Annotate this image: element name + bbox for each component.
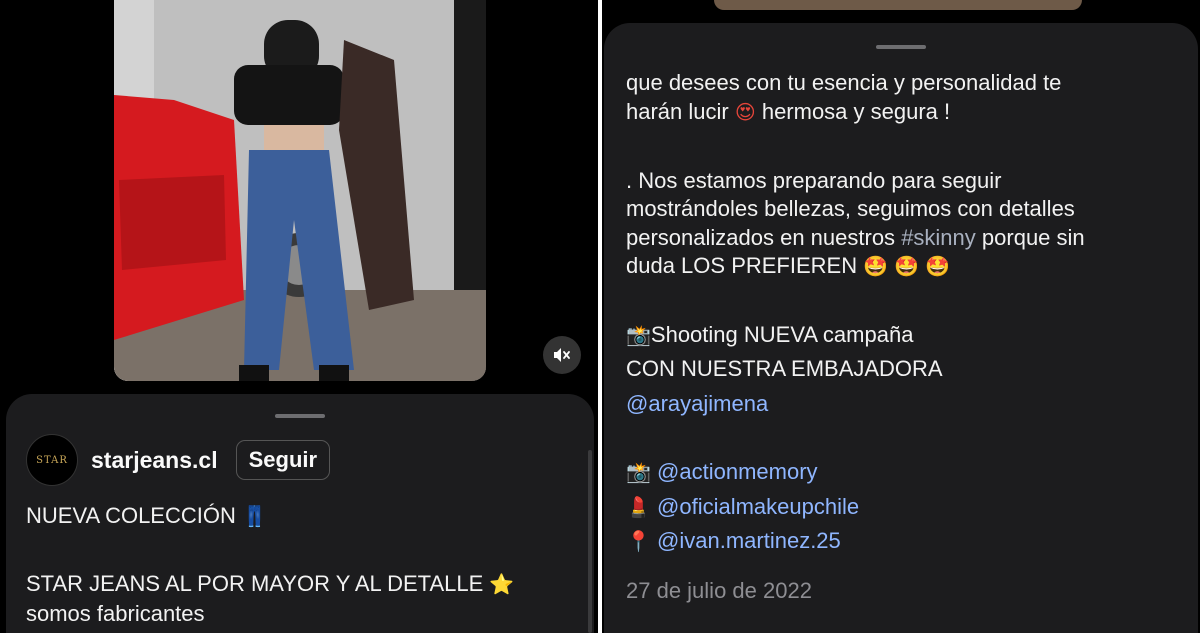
video-frame-image [114, 0, 486, 381]
post-date: 27 de julio de 2022 [626, 578, 812, 603]
caption-line: @arayajimena [626, 390, 768, 419]
avatar[interactable]: STAR [26, 434, 78, 486]
star-struck-icon: 🤩 [863, 254, 889, 278]
caption-line: harán lucir 😍 hermosa y segura ! [626, 98, 950, 127]
camera-flash-icon: 📸 [626, 323, 651, 347]
caption-text: STAR JEANS AL POR MAYOR Y AL DETALLE [26, 571, 484, 596]
heart-eyes-icon: 😍 [734, 100, 756, 124]
caption-text: . Nos estamos preparando para seguir [626, 168, 1002, 193]
camera-flash-icon: 📸 [626, 460, 651, 484]
mention-link[interactable]: @oficialmakeupchile [657, 494, 859, 519]
lipstick-icon: 💄 [626, 495, 651, 519]
star-struck-icon: 🤩 [925, 254, 951, 278]
left-screenshot: STAR starjeans.cl Seguir NUEVA COLECCIÓN… [0, 0, 598, 633]
caption-line: 💄 @oficialmakeupchile [626, 493, 859, 522]
post-image-edge [714, 0, 1082, 10]
right-screenshot: que desees con tu esencia y personalidad… [602, 0, 1200, 633]
follow-button-label: Seguir [248, 447, 318, 472]
caption-text: porque sin [981, 225, 1085, 250]
caption-line: somos fabricantes [26, 600, 205, 628]
profile-row: STAR starjeans.cl Seguir [26, 434, 331, 486]
caption-sheet[interactable]: STAR starjeans.cl Seguir NUEVA COLECCIÓN… [6, 394, 594, 633]
username[interactable]: starjeans.cl [91, 447, 218, 474]
caption-line: 📍 @ivan.martinez.25 [626, 527, 841, 556]
caption-text: Shooting NUEVA campaña [650, 322, 914, 347]
post-video[interactable] [114, 0, 486, 381]
caption-text: CON NUESTRA EMBAJADORA [626, 356, 943, 381]
sheet-drag-handle[interactable] [275, 414, 325, 418]
caption-line: duda LOS PREFIEREN 🤩 🤩 🤩 [626, 252, 950, 281]
sheet-drag-handle[interactable] [876, 45, 926, 49]
caption-line: mostrándoles bellezas, seguimos con deta… [626, 195, 1075, 224]
jeans-icon: 👖 [241, 504, 267, 528]
scrollbar[interactable] [588, 450, 592, 633]
caption-text: somos fabricantes [26, 601, 205, 626]
caption-sheet-expanded[interactable]: que desees con tu esencia y personalidad… [604, 23, 1198, 633]
mute-button[interactable] [543, 336, 581, 374]
follow-button[interactable]: Seguir [235, 440, 331, 480]
caption-line: personalizados en nuestros #skinny porqu… [626, 224, 1085, 253]
caption-text: duda LOS PREFIEREN [626, 253, 858, 278]
muted-speaker-icon [554, 348, 570, 362]
caption-text: harán lucir [626, 99, 729, 124]
caption-line: que desees con tu esencia y personalidad… [626, 69, 1061, 98]
caption-text: mostrándoles bellezas, seguimos con deta… [626, 196, 1075, 221]
caption-line: CON NUESTRA EMBAJADORA [626, 355, 943, 384]
caption-text: hermosa y segura ! [761, 99, 951, 124]
star-struck-icon: 🤩 [894, 254, 920, 278]
caption-line: STAR JEANS AL POR MAYOR Y AL DETALLE ⭐ [26, 570, 514, 598]
hashtag-link[interactable]: #skinny [901, 225, 976, 250]
caption-line: . Nos estamos preparando para seguir [626, 167, 1001, 196]
mention-link[interactable]: @ivan.martinez.25 [657, 528, 841, 553]
caption-text: que desees con tu esencia y personalidad… [626, 70, 1062, 95]
caption-text: personalizados en nuestros [626, 225, 896, 250]
pin-icon: 📍 [626, 529, 651, 553]
mention-link[interactable]: @arayajimena [626, 391, 768, 416]
mention-link[interactable]: @actionmemory [657, 459, 818, 484]
caption-text: NUEVA COLECCIÓN [26, 503, 236, 528]
star-icon: ⭐ [489, 572, 515, 596]
caption-line: 📸Shooting NUEVA campaña [626, 321, 913, 350]
caption-line: NUEVA COLECCIÓN 👖 [26, 502, 267, 530]
caption-line: 📸 @actionmemory [626, 458, 818, 487]
avatar-logo-text: STAR [36, 454, 68, 466]
